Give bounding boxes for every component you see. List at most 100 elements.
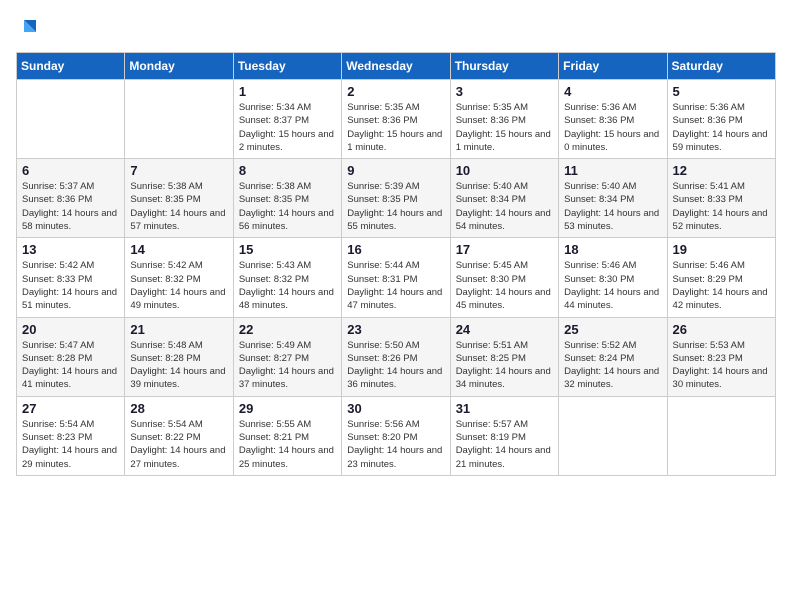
day-info: Sunrise: 5:42 AM Sunset: 8:32 PM Dayligh… [130,259,227,312]
calendar-cell: 31 Sunrise: 5:57 AM Sunset: 8:19 PM Dayli… [450,396,558,475]
day-info: Sunrise: 5:50 AM Sunset: 8:26 PM Dayligh… [347,339,444,392]
calendar-cell: 5 Sunrise: 5:36 AM Sunset: 8:36 PM Daylig… [667,80,775,159]
day-number: 23 [347,322,444,337]
calendar-cell: 25 Sunrise: 5:52 AM Sunset: 8:24 PM Dayli… [559,317,667,396]
day-info: Sunrise: 5:52 AM Sunset: 8:24 PM Dayligh… [564,339,661,392]
calendar-cell: 20Sunrise: 5:47 AM Sunset: 8:28 PM Dayli… [17,317,125,396]
day-number: 4 [564,84,661,99]
day-info: Sunrise: 5:51 AM Sunset: 8:25 PM Dayligh… [456,339,553,392]
day-number: 22 [239,322,336,337]
calendar-cell: 3Sunrise: 5:35 AM Sunset: 8:36 PM Daylig… [450,80,558,159]
day-info: Sunrise: 5:36 AM Sunset: 8:36 PM Dayligh… [673,101,770,154]
calendar-cell: 14 Sunrise: 5:42 AM Sunset: 8:32 PM Dayli… [125,238,233,317]
day-info: Sunrise: 5:36 AM Sunset: 8:36 PM Dayligh… [564,101,661,154]
calendar-cell: 26Sunrise: 5:53 AM Sunset: 8:23 PM Dayli… [667,317,775,396]
day-info: Sunrise: 5:43 AM Sunset: 8:32 PM Dayligh… [239,259,336,312]
calendar-cell: 30 Sunrise: 5:56 AM Sunset: 8:20 PM Dayli… [342,396,450,475]
day-number: 31 [456,401,553,416]
calendar-cell: 16Sunrise: 5:44 AM Sunset: 8:31 PM Dayli… [342,238,450,317]
day-number: 5 [673,84,770,99]
calendar-cell: 15 Sunrise: 5:43 AM Sunset: 8:32 PM Dayli… [233,238,341,317]
day-info: Sunrise: 5:55 AM Sunset: 8:21 PM Dayligh… [239,418,336,471]
calendar-table: SundayMondayTuesdayWednesdayThursdayFrid… [16,52,776,476]
day-info: Sunrise: 5:40 AM Sunset: 8:34 PM Dayligh… [456,180,553,233]
column-header-friday: Friday [559,53,667,80]
calendar-cell: 1 Sunrise: 5:34 AM Sunset: 8:37 PM Daylig… [233,80,341,159]
day-number: 8 [239,163,336,178]
day-number: 14 [130,242,227,257]
day-info: Sunrise: 5:45 AM Sunset: 8:30 PM Dayligh… [456,259,553,312]
day-info: Sunrise: 5:46 AM Sunset: 8:30 PM Dayligh… [564,259,661,312]
calendar-cell: 6 Sunrise: 5:37 AM Sunset: 8:36 PM Daylig… [17,159,125,238]
calendar-cell: 10Sunrise: 5:40 AM Sunset: 8:34 PM Dayli… [450,159,558,238]
logo-icon [16,16,40,40]
day-number: 12 [673,163,770,178]
day-info: Sunrise: 5:34 AM Sunset: 8:37 PM Dayligh… [239,101,336,154]
column-header-monday: Monday [125,53,233,80]
calendar-cell [559,396,667,475]
calendar-header-row: SundayMondayTuesdayWednesdayThursdayFrid… [17,53,776,80]
column-header-saturday: Saturday [667,53,775,80]
day-info: Sunrise: 5:38 AM Sunset: 8:35 PM Dayligh… [239,180,336,233]
day-number: 30 [347,401,444,416]
day-number: 24 [456,322,553,337]
day-number: 18 [564,242,661,257]
calendar-cell: 23 Sunrise: 5:50 AM Sunset: 8:26 PM Dayli… [342,317,450,396]
day-number: 6 [22,163,119,178]
calendar-cell: 29 Sunrise: 5:55 AM Sunset: 8:21 PM Dayli… [233,396,341,475]
day-info: Sunrise: 5:54 AM Sunset: 8:22 PM Dayligh… [130,418,227,471]
day-number: 2 [347,84,444,99]
page-header [16,16,776,40]
calendar-week-row: 20Sunrise: 5:47 AM Sunset: 8:28 PM Dayli… [17,317,776,396]
calendar-cell: 9 Sunrise: 5:39 AM Sunset: 8:35 PM Daylig… [342,159,450,238]
calendar-cell: 12 Sunrise: 5:41 AM Sunset: 8:33 PM Dayli… [667,159,775,238]
calendar-cell: 21 Sunrise: 5:48 AM Sunset: 8:28 PM Dayli… [125,317,233,396]
calendar-cell [667,396,775,475]
calendar-cell: 13 Sunrise: 5:42 AM Sunset: 8:33 PM Dayli… [17,238,125,317]
day-info: Sunrise: 5:39 AM Sunset: 8:35 PM Dayligh… [347,180,444,233]
day-info: Sunrise: 5:38 AM Sunset: 8:35 PM Dayligh… [130,180,227,233]
calendar-cell: 18 Sunrise: 5:46 AM Sunset: 8:30 PM Dayli… [559,238,667,317]
day-info: Sunrise: 5:54 AM Sunset: 8:23 PM Dayligh… [22,418,119,471]
day-number: 15 [239,242,336,257]
day-info: Sunrise: 5:48 AM Sunset: 8:28 PM Dayligh… [130,339,227,392]
day-number: 21 [130,322,227,337]
day-info: Sunrise: 5:47 AM Sunset: 8:28 PM Dayligh… [22,339,119,392]
column-header-wednesday: Wednesday [342,53,450,80]
calendar-cell [17,80,125,159]
day-number: 3 [456,84,553,99]
day-info: Sunrise: 5:56 AM Sunset: 8:20 PM Dayligh… [347,418,444,471]
day-info: Sunrise: 5:46 AM Sunset: 8:29 PM Dayligh… [673,259,770,312]
day-number: 13 [22,242,119,257]
calendar-cell: 27 Sunrise: 5:54 AM Sunset: 8:23 PM Dayli… [17,396,125,475]
day-number: 7 [130,163,227,178]
calendar-cell: 11 Sunrise: 5:40 AM Sunset: 8:34 PM Dayli… [559,159,667,238]
day-info: Sunrise: 5:57 AM Sunset: 8:19 PM Dayligh… [456,418,553,471]
calendar-cell: 19Sunrise: 5:46 AM Sunset: 8:29 PM Dayli… [667,238,775,317]
calendar-week-row: 1 Sunrise: 5:34 AM Sunset: 8:37 PM Daylig… [17,80,776,159]
logo [16,16,44,40]
day-number: 17 [456,242,553,257]
day-info: Sunrise: 5:49 AM Sunset: 8:27 PM Dayligh… [239,339,336,392]
day-info: Sunrise: 5:40 AM Sunset: 8:34 PM Dayligh… [564,180,661,233]
calendar-week-row: 13 Sunrise: 5:42 AM Sunset: 8:33 PM Dayli… [17,238,776,317]
column-header-tuesday: Tuesday [233,53,341,80]
column-header-sunday: Sunday [17,53,125,80]
day-number: 11 [564,163,661,178]
calendar-cell [125,80,233,159]
day-info: Sunrise: 5:41 AM Sunset: 8:33 PM Dayligh… [673,180,770,233]
calendar-cell: 7 Sunrise: 5:38 AM Sunset: 8:35 PM Daylig… [125,159,233,238]
day-number: 9 [347,163,444,178]
day-number: 25 [564,322,661,337]
calendar-cell: 17 Sunrise: 5:45 AM Sunset: 8:30 PM Dayli… [450,238,558,317]
calendar-week-row: 6 Sunrise: 5:37 AM Sunset: 8:36 PM Daylig… [17,159,776,238]
calendar-cell: 24 Sunrise: 5:51 AM Sunset: 8:25 PM Dayli… [450,317,558,396]
day-info: Sunrise: 5:37 AM Sunset: 8:36 PM Dayligh… [22,180,119,233]
day-number: 29 [239,401,336,416]
day-info: Sunrise: 5:42 AM Sunset: 8:33 PM Dayligh… [22,259,119,312]
day-number: 1 [239,84,336,99]
day-number: 27 [22,401,119,416]
day-number: 28 [130,401,227,416]
calendar-cell: 4 Sunrise: 5:36 AM Sunset: 8:36 PM Daylig… [559,80,667,159]
calendar-cell: 2Sunrise: 5:35 AM Sunset: 8:36 PM Daylig… [342,80,450,159]
